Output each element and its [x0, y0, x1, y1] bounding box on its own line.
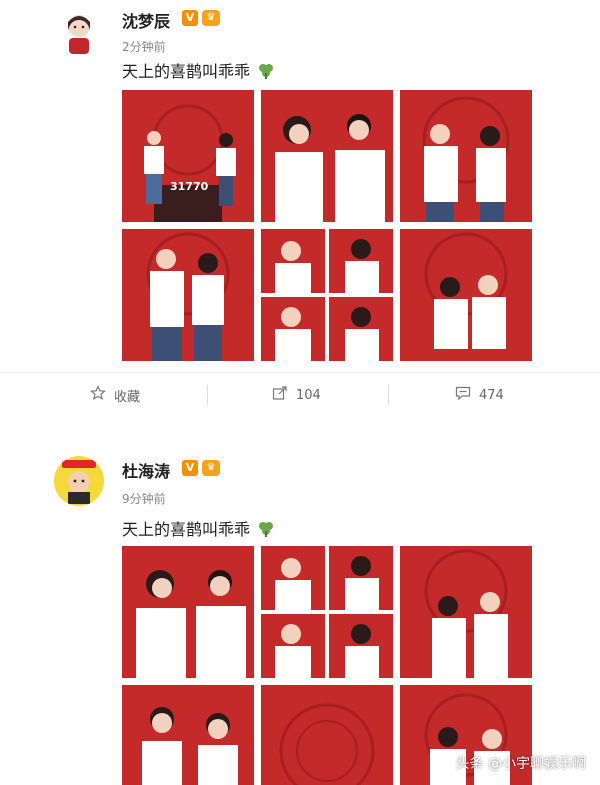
avatar[interactable] [54, 8, 104, 58]
photo-thumbnail[interactable] [400, 229, 532, 361]
repost-count: 104 [296, 387, 321, 403]
clover-emoji-icon [257, 62, 275, 84]
action-divider [207, 385, 208, 405]
share-icon [272, 385, 288, 405]
favorite-button[interactable]: 收藏 [90, 373, 140, 417]
weibo-post-2: 杜海涛 V ♛ 9分钟前 天上的喜鹊叫乖乖 [0, 446, 600, 785]
photo-thumbnail[interactable] [400, 90, 532, 222]
username[interactable]: 杜海涛 [122, 458, 170, 482]
username[interactable]: 沈梦辰 [122, 8, 170, 32]
clover-emoji-icon [257, 520, 275, 542]
photo-thumbnail[interactable] [261, 229, 393, 361]
level-icon: ♛ [202, 460, 220, 476]
repost-button[interactable]: 104 [272, 373, 321, 417]
action-bar: 收藏 104 474 [0, 372, 600, 417]
photo-thumbnail[interactable] [261, 546, 393, 678]
post-text: 天上的喜鹊叫乖乖 [122, 58, 275, 84]
photo-thumbnail[interactable] [261, 685, 393, 785]
post-time: 2分钟前 [122, 40, 166, 54]
action-divider [388, 385, 389, 405]
photo-thumbnail[interactable] [400, 546, 532, 678]
photo-caption: 31770 [170, 180, 209, 193]
post-time: 9分钟前 [122, 492, 166, 506]
post-text-content: 天上的喜鹊叫乖乖 [122, 520, 251, 539]
post-text: 天上的喜鹊叫乖乖 [122, 516, 275, 542]
photo-grid: 31770 [122, 90, 532, 361]
verified-icon: V [182, 10, 198, 26]
photo-grid [122, 546, 532, 785]
comment-button[interactable]: 474 [455, 373, 504, 417]
level-icon: ♛ [202, 10, 220, 26]
favorite-label: 收藏 [114, 389, 141, 405]
post-text-content: 天上的喜鹊叫乖乖 [122, 62, 251, 81]
verified-icon: V [182, 460, 198, 476]
comment-count: 474 [479, 387, 504, 403]
photo-thumbnail[interactable]: 31770 [122, 90, 254, 222]
photo-thumbnail[interactable] [122, 685, 254, 785]
watermark: 头条 @小宇聊娱乐啊 [455, 756, 586, 772]
photo-thumbnail[interactable] [122, 229, 254, 361]
star-icon [90, 385, 106, 405]
photo-thumbnail[interactable] [122, 546, 254, 678]
post-separator [0, 417, 600, 445]
photo-thumbnail[interactable] [261, 90, 393, 222]
avatar[interactable] [54, 456, 104, 506]
weibo-post-1: 沈梦辰 V ♛ 2分钟前 天上的喜鹊叫乖乖 31770 [0, 0, 600, 372]
comment-icon [455, 385, 471, 405]
